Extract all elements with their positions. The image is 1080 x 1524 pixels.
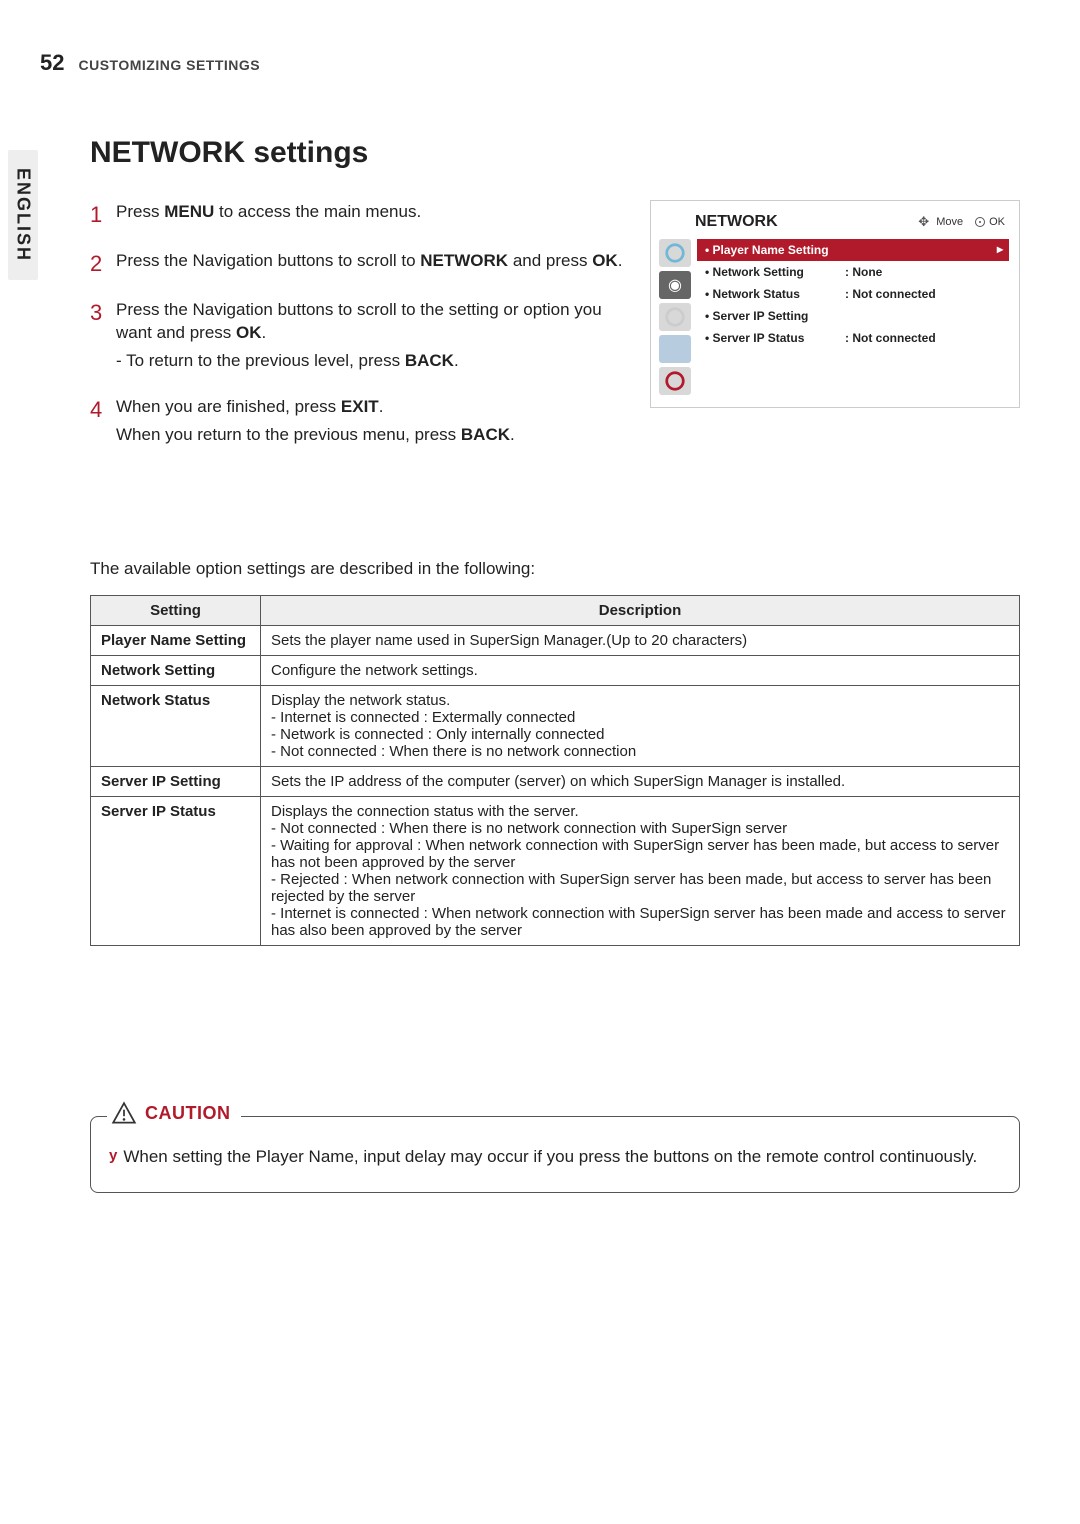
caution-heading: CAUTION [107,1101,241,1127]
step-number: 4 [90,395,116,451]
table-row: Network Setting Configure the network se… [91,655,1020,685]
bullet-marker: y [109,1145,117,1169]
osd-tab-icon [659,303,691,331]
step-number: 3 [90,298,116,377]
page-number: 52 [40,50,64,76]
caution-box: CAUTION y When setting the Player Name, … [90,1116,1020,1194]
osd-tab-icon [659,367,691,395]
page-header-text: CUSTOMIZING SETTINGS [78,57,260,73]
table-row: Network Status Display the network statu… [91,685,1020,766]
step-number: 2 [90,249,116,280]
osd-item-server-ip-setting[interactable]: • Server IP Setting [697,305,1009,327]
section-title: NETWORK settings [90,136,1020,170]
osd-item-player-name[interactable]: • Player Name Setting [697,239,1009,261]
osd-tab-icon: ◉ [659,271,691,299]
osd-tab-icon [659,335,691,363]
step-1: 1 Press MENU to access the main menus. [90,200,630,231]
options-table: Setting Description Player Name Setting … [90,595,1020,946]
step-2: 2 Press the Navigation buttons to scroll… [90,249,630,280]
page-header: 52 CUSTOMIZING SETTINGS [40,50,1020,76]
osd-item-network-setting[interactable]: • Network Setting : None [697,261,1009,283]
ok-icon [975,217,985,227]
table-row: Server IP Setting Sets the IP address of… [91,766,1020,796]
language-tab: ENGLISH [8,150,38,280]
osd-item-network-status[interactable]: • Network Status : Not connected [697,283,1009,305]
osd-move-control: Move OK [918,215,1005,229]
osd-tab-icon [659,239,691,267]
table-header-description: Description [261,595,1020,625]
table-header-setting: Setting [91,595,261,625]
osd-title: NETWORK [695,213,918,231]
table-intro: The available option settings are descri… [90,559,1020,579]
table-row: Server IP Status Displays the connection… [91,796,1020,945]
osd-sidebar: ◉ [659,239,691,395]
table-row: Player Name Setting Sets the player name… [91,625,1020,655]
move-icon [918,215,932,229]
caution-text: When setting the Player Name, input dela… [123,1145,977,1169]
osd-network-panel: NETWORK Move OK ◉ [650,200,1020,408]
warning-icon [111,1101,137,1127]
osd-item-server-ip-status[interactable]: • Server IP Status : Not connected [697,327,1009,349]
step-4: 4 When you are finished, press EXIT. Whe… [90,395,630,451]
step-number: 1 [90,200,116,231]
step-3: 3 Press the Navigation buttons to scroll… [90,298,630,377]
osd-list: • Player Name Setting • Network Setting … [697,239,1009,395]
